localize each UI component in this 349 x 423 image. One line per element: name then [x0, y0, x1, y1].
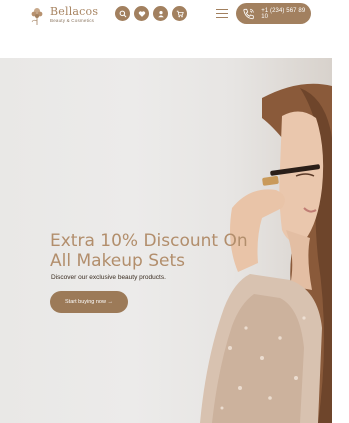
hamburger-icon[interactable]: [216, 9, 228, 18]
site-header: Bellacos Beauty & Cosmetics +1 (234) 567…: [0, 0, 349, 58]
hero-banner: Extra 10% Discount On All Makeup Sets Di…: [0, 58, 332, 423]
page-gutter: [332, 58, 349, 423]
heart-icon[interactable]: [134, 6, 149, 21]
header-icon-group: [115, 6, 187, 21]
phone-number: +1 (234) 567 89 10: [261, 7, 306, 20]
start-buying-button[interactable]: Start buying now →: [50, 291, 128, 313]
phone-button[interactable]: +1 (234) 567 89 10: [236, 3, 311, 24]
phone-icon: [243, 8, 254, 19]
search-icon[interactable]: [115, 6, 130, 21]
brand-name: Bellacos: [50, 5, 99, 19]
hero-subtitle: Discover our exclusive beauty products.: [51, 274, 166, 281]
logo[interactable]: Bellacos Beauty & Cosmetics: [28, 4, 98, 26]
hero-title: Extra 10% Discount On All Makeup Sets: [50, 231, 248, 271]
brand-tagline: Beauty & Cosmetics: [50, 18, 95, 24]
cart-icon[interactable]: [172, 6, 187, 21]
user-icon[interactable]: [153, 6, 168, 21]
flower-logo-icon: [28, 4, 46, 26]
